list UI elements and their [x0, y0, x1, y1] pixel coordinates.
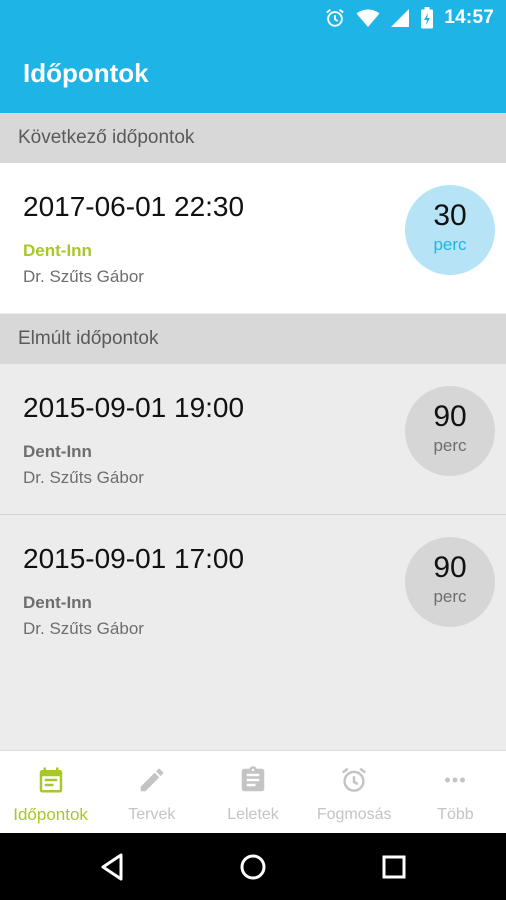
duration-unit: perc [433, 587, 467, 606]
duration-value: 90 [433, 551, 467, 584]
appointment-card[interactable]: 2015-09-01 19:00 Dent-Inn Dr. Szűts Gábo… [0, 364, 506, 514]
section-header-upcoming: Következő időpontok [0, 113, 506, 163]
appointment-card[interactable]: 2017-06-01 22:30 Dent-Inn Dr. Szűts Gábo… [0, 163, 506, 313]
status-bar: 14:57 [0, 0, 506, 36]
wifi-icon [356, 9, 380, 27]
tab-label: Fogmosás [316, 806, 392, 823]
duration-value: 90 [433, 400, 467, 433]
page-title: Időpontok [23, 58, 149, 88]
app-bar: Időpontok [0, 36, 506, 113]
section-header-label: Elmúlt időpontok [18, 328, 159, 349]
home-icon[interactable] [236, 850, 270, 884]
calendar-icon [39, 767, 62, 793]
appointment-doctor: Dr. Szűts Gábor [23, 468, 144, 487]
duration-unit: perc [433, 436, 467, 455]
back-icon[interactable] [96, 850, 130, 884]
tab-label: Több [437, 806, 474, 823]
tab-idopontok[interactable]: Időpontok [0, 751, 101, 833]
duration-badge: 90 perc [405, 386, 495, 476]
appointment-clinic: Dent-Inn [23, 241, 92, 260]
recents-icon[interactable] [377, 850, 411, 884]
appointment-doctor: Dr. Szűts Gábor [23, 619, 144, 638]
tab-label: Időpontok [13, 805, 88, 824]
duration-value: 30 [433, 199, 467, 232]
appointment-doctor: Dr. Szűts Gábor [23, 267, 144, 286]
battery-charging-icon [421, 7, 434, 29]
tab-tobb[interactable]: Több [405, 751, 506, 833]
tab-fogmosas[interactable]: Fogmosás [304, 751, 405, 833]
appointment-clinic: Dent-Inn [23, 442, 92, 461]
section-header-label: Következő időpontok [18, 127, 195, 148]
duration-badge: 30 perc [405, 185, 495, 275]
signal-icon [391, 9, 410, 27]
appointment-clinic: Dent-Inn [23, 593, 92, 612]
status-time: 14:57 [444, 7, 494, 28]
tab-leletek[interactable]: Leletek [202, 751, 303, 833]
section-header-past: Elmúlt időpontok [0, 314, 506, 364]
tab-label: Leletek [227, 806, 279, 823]
alarm-icon [326, 9, 345, 27]
appointment-card[interactable]: 2015-09-01 17:00 Dent-Inn Dr. Szűts Gábo… [0, 515, 506, 665]
status-icons: 14:57 [324, 6, 494, 30]
appointment-datetime: 2015-09-01 19:00 [23, 392, 245, 423]
appointment-datetime: 2015-09-01 17:00 [23, 543, 245, 574]
alarm-clock-icon [342, 767, 367, 792]
tab-label: Tervek [128, 806, 176, 823]
bottom-navigation: Időpontok Tervek Leletek Fogmosás Több [0, 750, 506, 833]
tab-tervek[interactable]: Tervek [101, 751, 202, 833]
pencil-icon [140, 768, 164, 792]
more-icon [445, 777, 466, 783]
clipboard-icon [241, 766, 265, 792]
system-navigation-bar [0, 833, 506, 900]
duration-unit: perc [433, 235, 467, 254]
duration-badge: 90 perc [405, 537, 495, 627]
appointment-datetime: 2017-06-01 22:30 [23, 191, 245, 222]
